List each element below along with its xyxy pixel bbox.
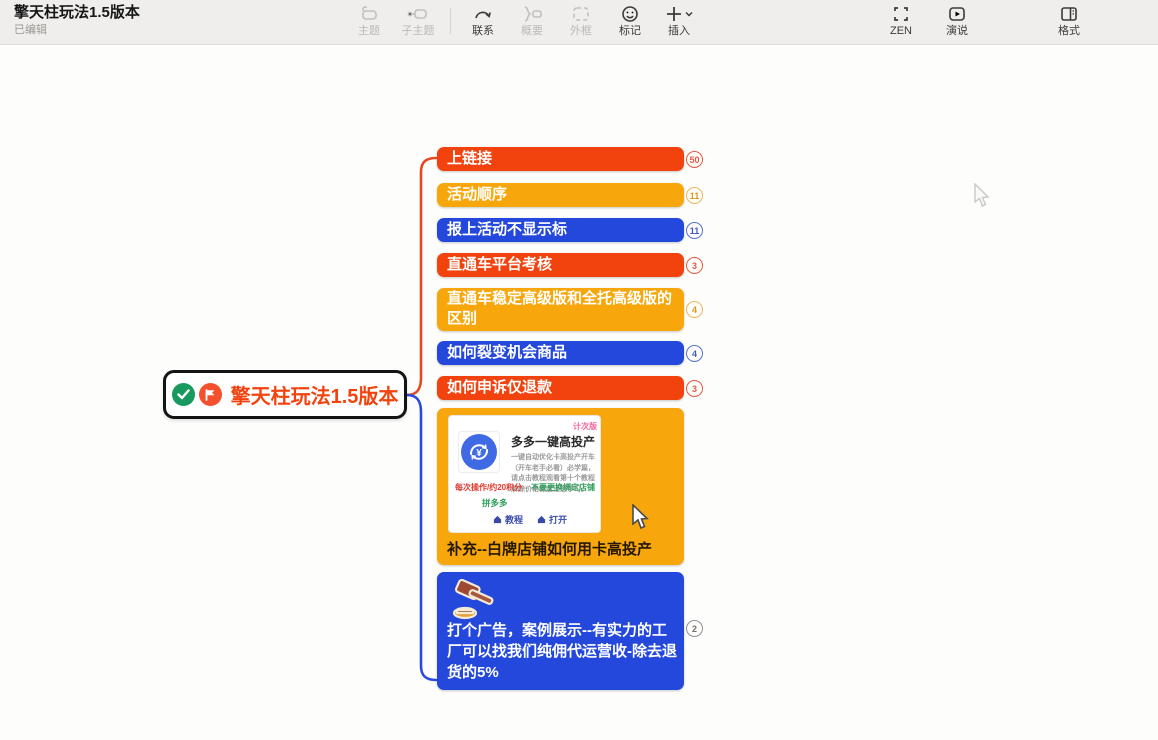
badge-count[interactable]: 4 — [686, 301, 703, 318]
toolbar-boundary-button[interactable]: 外框 — [564, 4, 598, 38]
yuan-refresh-icon: ¥ — [461, 434, 497, 470]
card-warning-note: 不要更换绑定店铺 — [531, 482, 595, 493]
document-title: 擎天柱玩法1.5版本 — [14, 3, 140, 23]
format-toolbar: 格式 — [1052, 4, 1086, 38]
root-topic[interactable]: 擎天柱玩法1.5版本 — [163, 370, 407, 419]
zen-brackets-icon — [891, 4, 911, 24]
toolbar-insert-button[interactable]: 插入 — [662, 4, 696, 38]
toolbar-topic-button[interactable]: 主题 — [352, 4, 386, 38]
topic-guanggao-anli[interactable]: 打个广告，案例展示--有实力的工厂可以找我们纯佣代运营收-除去退货的5% — [437, 572, 684, 690]
relationship-icon — [473, 4, 493, 24]
topic-liebian-shangpin[interactable]: 如何裂变机会商品 — [437, 341, 684, 365]
topic-huodong-shunxu[interactable]: 活动顺序 — [437, 183, 684, 207]
mindmap-canvas[interactable]: 擎天柱玩法1.5版本 上链接 活动顺序 报上活动不显示标 直通车平台考核 直通车… — [0, 46, 1158, 740]
topic-baipai-label: 补充--白牌店铺如何用卡高投产 — [447, 538, 677, 559]
card-app-name: 多多一键高投产 — [511, 433, 595, 450]
toolbar-marker-button[interactable]: 标记 — [613, 4, 647, 38]
badge-count[interactable]: 2 — [686, 620, 703, 637]
task-done-icon[interactable] — [172, 383, 195, 406]
badge-count[interactable]: 3 — [686, 257, 703, 274]
embedded-screenshot-card: ¥ 计次版 多多一键高投产 一键自动优化卡高投产开车（开车老手必看）必学篇，请点… — [448, 415, 601, 533]
card-open-button: 打开 — [537, 513, 567, 526]
badge-count[interactable]: 50 — [686, 151, 703, 168]
toolbar-summary-button[interactable]: 概要 — [515, 4, 549, 38]
svg-text:¥: ¥ — [476, 448, 482, 459]
root-topic-label: 擎天柱玩法1.5版本 — [231, 380, 399, 409]
marker-smiley-icon — [620, 4, 640, 24]
view-toolbar: ZEN 演说 — [884, 4, 974, 38]
topic-zhitongche-kaohe[interactable]: 直通车平台考核 — [437, 253, 684, 277]
topic-baoshang-huodong[interactable]: 报上活动不显示标 — [437, 218, 684, 242]
topic-icon — [359, 4, 379, 24]
flag-icon[interactable] — [199, 383, 222, 406]
badge-count[interactable]: 11 — [686, 187, 703, 204]
topic-shanglianjie[interactable]: 上链接 — [437, 147, 684, 171]
insert-plus-icon — [664, 4, 694, 24]
home-icon — [537, 515, 546, 524]
app-header: 擎天柱玩法1.5版本 已编辑 主题 子主题 联系 — [0, 0, 1158, 45]
home-icon — [493, 515, 502, 524]
toolbar-subtopic-button[interactable]: 子主题 — [401, 4, 435, 38]
format-panel-button[interactable]: 格式 — [1052, 4, 1086, 38]
app-icon-frame: ¥ — [458, 431, 500, 473]
zen-mode-button[interactable]: ZEN — [884, 4, 918, 38]
topic-shensu-tuikuan[interactable]: 如何申诉仅退款 — [437, 376, 684, 400]
document-status: 已编辑 — [14, 23, 140, 37]
badge-count[interactable]: 3 — [686, 380, 703, 397]
badge-count[interactable]: 4 — [686, 345, 703, 362]
mouse-cursor-ghost — [973, 183, 991, 209]
pitch-mode-button[interactable]: 演说 — [940, 4, 974, 38]
card-tutorial-button: 教程 — [493, 513, 523, 526]
document-meta: 擎天柱玩法1.5版本 已编辑 — [14, 3, 140, 37]
boundary-icon — [571, 4, 591, 24]
play-presentation-icon — [947, 4, 967, 24]
card-cost-note: 每次操作/约20积分 — [455, 482, 522, 493]
badge-count[interactable]: 11 — [686, 222, 703, 239]
toolbar-divider — [450, 8, 451, 34]
topic-baipai-gaotouchan[interactable]: ¥ 计次版 多多一键高投产 一键自动优化卡高投产开车（开车老手必看）必学篇，请点… — [437, 408, 684, 565]
mouse-cursor — [631, 504, 650, 531]
gavel-icon — [449, 579, 501, 621]
topic-zhitongche-qubie[interactable]: 直通车稳定高级版和全托高级版的区别 — [437, 288, 684, 331]
card-buttons: 教程 打开 — [493, 513, 567, 526]
card-platform-label: 拼多多 — [482, 497, 508, 509]
topic-guanggao-label: 打个广告，案例展示--有实力的工厂可以找我们纯佣代运营收-除去退货的5% — [447, 620, 677, 683]
main-toolbar: 主题 子主题 联系 概要 — [352, 4, 696, 38]
subtopic-icon — [407, 4, 429, 24]
format-panel-icon — [1059, 4, 1079, 24]
summary-icon — [521, 4, 543, 24]
card-edition-tag: 计次版 — [573, 421, 597, 432]
toolbar-relationship-button[interactable]: 联系 — [466, 4, 500, 38]
